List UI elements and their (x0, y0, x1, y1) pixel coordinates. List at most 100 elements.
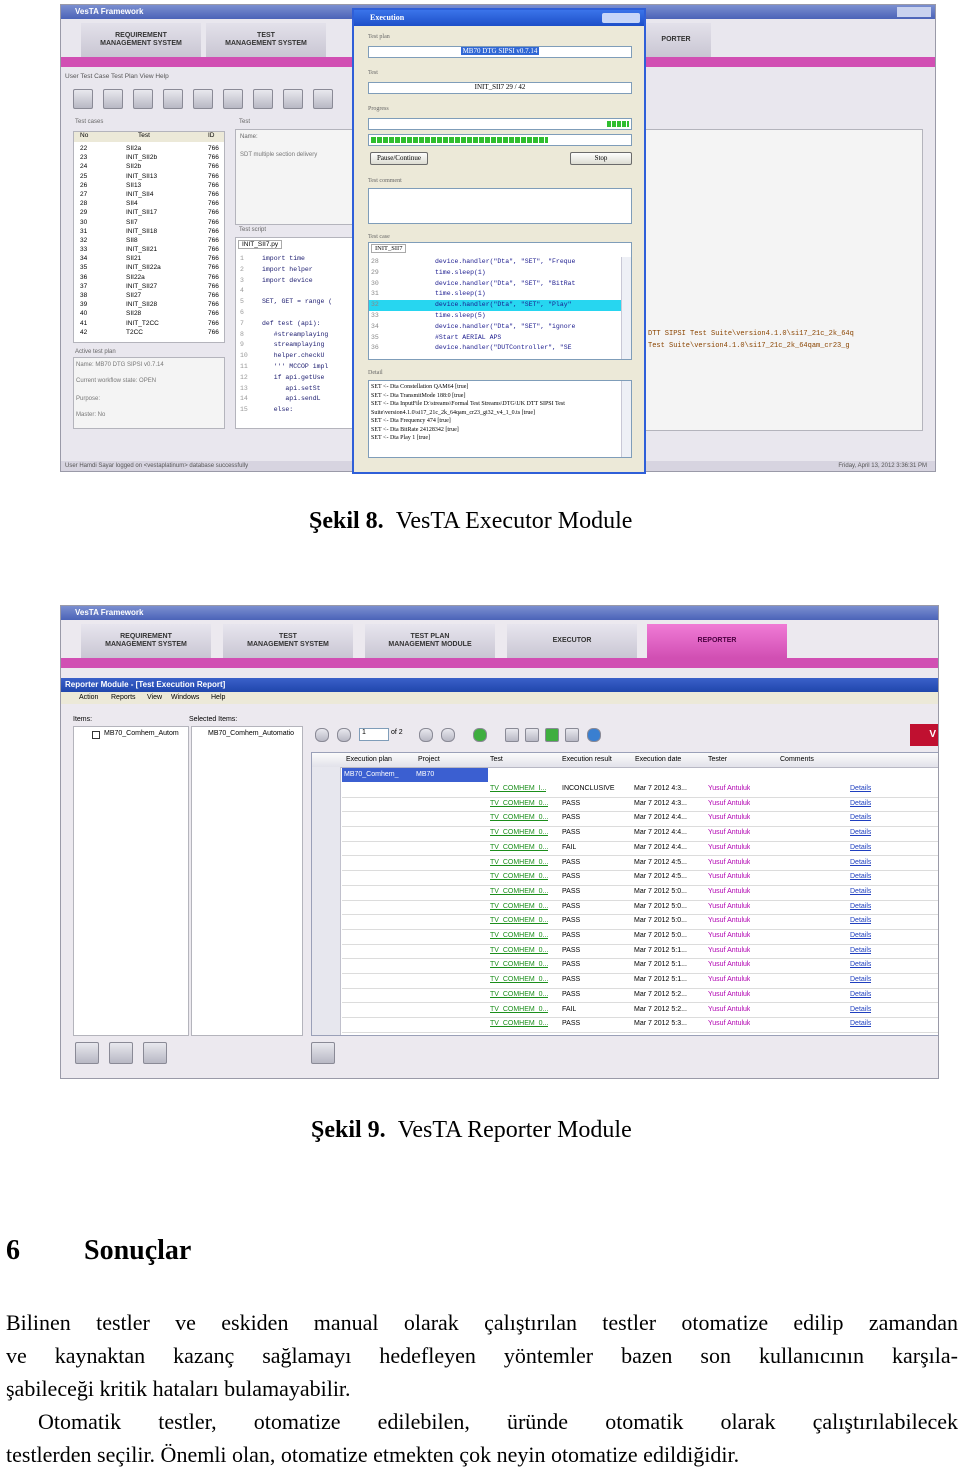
hdr-project[interactable]: Project (418, 753, 440, 767)
details-link[interactable]: Details (850, 973, 871, 988)
table-row[interactable]: 38 SII27 766 (74, 291, 224, 300)
table-row[interactable]: 23 INIT_SII2b 766 (74, 153, 224, 162)
table-row[interactable]: 35 INIT_SII22a 766 (74, 263, 224, 272)
table-row[interactable]: TV_COMHEM_0... PASS Mar 7 2012 4:4... Yusuf… (342, 811, 938, 828)
hdr-tester[interactable]: Tester (708, 753, 727, 767)
export-icon[interactable] (545, 728, 559, 742)
tab-requirement[interactable]: REQUIREMENT MANAGEMENT SYSTEM (81, 23, 201, 57)
window-controls[interactable] (897, 7, 931, 17)
tab-reporter-9[interactable]: REPORTER (647, 624, 787, 658)
paste-icon[interactable] (253, 89, 273, 109)
last-page-icon[interactable] (441, 728, 455, 742)
stop-button[interactable]: Stop (570, 152, 632, 165)
menu-help[interactable]: Help (211, 692, 225, 704)
table-row[interactable]: TV_COMHEM_0... PASS Mar 7 2012 4:5... Yusuf… (342, 870, 938, 886)
table-row[interactable]: 34 SII21 766 (74, 254, 224, 263)
item-checkbox[interactable] (92, 731, 100, 739)
first-row-plan[interactable]: MB70_Comhem_ (342, 768, 414, 782)
table-row[interactable]: 33 INIT_SII21 766 (74, 245, 224, 254)
tab-requirement-9[interactable]: REQUIREMENT MANAGEMENT SYSTEM (81, 624, 211, 658)
hand-icon[interactable] (133, 89, 153, 109)
menu-bar[interactable]: User Test Case Test Plan View Help (65, 73, 169, 80)
new-icon[interactable] (73, 89, 93, 109)
dialog-controls[interactable] (602, 13, 640, 23)
case-tab[interactable]: INIT_SII7 (371, 244, 407, 253)
table-row[interactable]: TV_COMHEM_0... PASS Mar 7 2012 4:5... Yusuf… (342, 856, 938, 872)
table-row[interactable]: 40 SII28 766 (74, 309, 224, 318)
test-plan-field[interactable]: MB70 DTG SIPSI v0.7.14 (368, 46, 632, 58)
details-link[interactable]: Details (850, 944, 871, 959)
globe-icon[interactable] (587, 728, 601, 742)
details-link[interactable]: Details (850, 811, 871, 826)
details-link[interactable]: Details (850, 782, 871, 797)
tab-executor-9[interactable]: EXECUTOR (507, 624, 637, 658)
hdr-date[interactable]: Execution date (635, 753, 681, 767)
table-row[interactable]: 29 INIT_SII17 766 (74, 208, 224, 217)
details-link[interactable]: Details (850, 797, 871, 812)
hdr-comments[interactable]: Comments (780, 753, 814, 767)
search-icon[interactable] (75, 1042, 99, 1064)
table-row[interactable]: TV_COMHEM_0... PASS Mar 7 2012 5:2... Yusuf… (342, 988, 938, 1004)
table-row[interactable]: TV_COMHEM_0... PASS Mar 7 2012 4:4... Yusuf… (342, 826, 938, 842)
copy-icon[interactable] (223, 89, 243, 109)
table-row[interactable]: TV_COMHEM_0... PASS Mar 7 2012 5:1... Yusuf… (342, 944, 938, 960)
details-link[interactable]: Details (850, 856, 871, 871)
table-row[interactable]: 41 INIT_T2CC 766 (74, 319, 224, 328)
menu-windows[interactable]: Windows (171, 692, 199, 704)
col-no[interactable]: No (80, 132, 88, 139)
table-row[interactable]: 31 INIT_SII18 766 (74, 227, 224, 236)
table-row[interactable]: TV_COMHEM_0... FAIL Mar 7 2012 4:4... Yusuf… (342, 841, 938, 857)
test-field[interactable]: INIT_SII7 29 / 42 (368, 82, 632, 94)
item-tree-label[interactable]: MB70_Comhem_Autom (104, 730, 179, 737)
table-row[interactable]: TV_COMHEM_I... INCONCLUSIVE Mar 7 2012 4:3… (342, 782, 938, 798)
page-input[interactable]: 1 (359, 728, 389, 741)
selected-item-label[interactable]: MB70_Comhem_Automatio (208, 730, 294, 737)
remove-icon[interactable] (193, 89, 213, 109)
table-row[interactable]: 30 SII7 766 (74, 218, 224, 227)
table-row[interactable]: TV_COMHEM_0... PASS Mar 7 2012 5:0... Yusuf… (342, 914, 938, 930)
table-row[interactable]: TV_COMHEM_0... PASS Mar 7 2012 4:3... Yusuf… (342, 797, 938, 813)
next-page-icon[interactable] (419, 728, 433, 742)
tab-test-management[interactable]: TEST MANAGEMENT SYSTEM (206, 23, 326, 57)
table-row[interactable]: TV_COMHEM_0... PASS Mar 7 2012 5:3... Yusuf… (342, 1017, 938, 1033)
prev-page-icon[interactable] (337, 728, 351, 742)
tab-test-management-9[interactable]: TEST MANAGEMENT SYSTEM (223, 624, 353, 658)
table-row[interactable]: 26 SII13 766 (74, 181, 224, 190)
test-comment-field[interactable] (368, 188, 632, 224)
add-icon[interactable] (103, 89, 123, 109)
hdr-execution-plan[interactable]: Execution plan (346, 753, 392, 767)
menu-action[interactable]: Action (79, 692, 98, 704)
details-link[interactable]: Details (850, 900, 871, 915)
details-link[interactable]: Details (850, 1003, 871, 1018)
pause-continue-button[interactable]: Pause/Continue (370, 152, 428, 165)
table-row[interactable]: 28 SII4 766 (74, 199, 224, 208)
hand-icon-2[interactable] (163, 89, 183, 109)
check-icon[interactable] (109, 1042, 133, 1064)
details-link[interactable]: Details (850, 870, 871, 885)
table-row[interactable]: 22 SII2a 766 (74, 144, 224, 153)
tab-porter[interactable]: PORTER (641, 23, 711, 57)
table-row[interactable]: TV_COMHEM_0... PASS Mar 7 2012 5:0... Yusuf… (342, 885, 938, 901)
detail-scrollbar[interactable] (621, 381, 631, 457)
table-row[interactable]: 39 INIT_SII28 766 (74, 300, 224, 309)
zoom-icon[interactable] (565, 728, 579, 742)
details-link[interactable]: Details (850, 988, 871, 1003)
edit-icon[interactable] (313, 89, 333, 109)
table-row[interactable]: 37 INIT_SII27 766 (74, 282, 224, 291)
print-icon[interactable] (283, 89, 303, 109)
hdr-test[interactable]: Test (490, 753, 503, 767)
table-row[interactable]: 36 SII22a 766 (74, 273, 224, 282)
details-link[interactable]: Details (850, 1017, 871, 1032)
table-row[interactable]: 27 INIT_SII4 766 (74, 190, 224, 199)
uncheck-icon[interactable] (143, 1042, 167, 1064)
details-link[interactable]: Details (850, 929, 871, 944)
hdr-result[interactable]: Execution result (562, 753, 612, 767)
clipboard-icon[interactable] (311, 1042, 335, 1064)
table-row[interactable]: TV_COMHEM_0... PASS Mar 7 2012 5:0... Yusuf… (342, 929, 938, 945)
table-row[interactable]: TV_COMHEM_0... PASS Mar 7 2012 5:0... Yusuf… (342, 900, 938, 916)
details-link[interactable]: Details (850, 958, 871, 973)
first-page-icon[interactable] (315, 728, 329, 742)
menu-reports[interactable]: Reports (111, 692, 136, 704)
table-row[interactable]: TV_COMHEM_0... PASS Mar 7 2012 5:1... Yusuf… (342, 958, 938, 975)
print-icon[interactable] (505, 728, 519, 742)
